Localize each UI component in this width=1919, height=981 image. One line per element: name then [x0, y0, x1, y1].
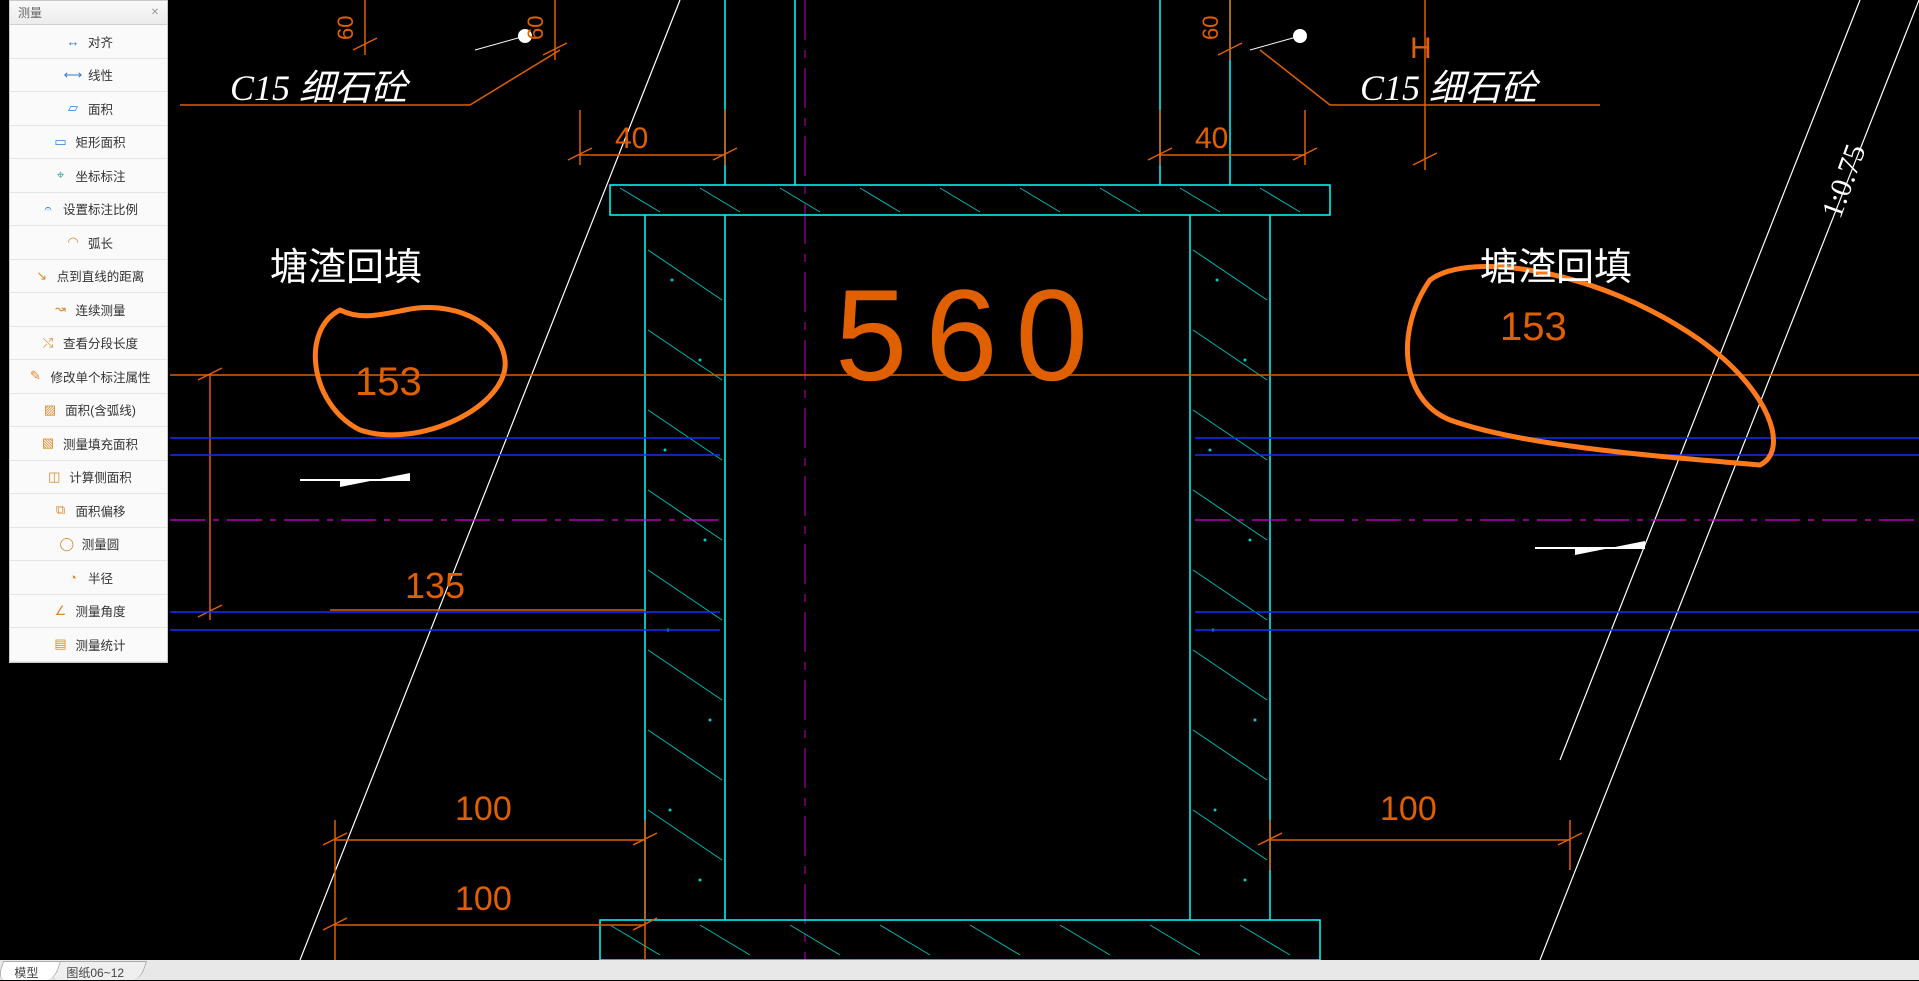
tool-fill-area[interactable]: ▧测量填充面积 — [10, 427, 167, 461]
scale-icon: 𝄐 — [39, 200, 57, 218]
circle-icon: ◯ — [58, 535, 76, 553]
area-icon: ▱ — [64, 99, 82, 117]
dim-153-right: 153 — [1500, 305, 1567, 349]
tool-coord[interactable]: ⌖坐标标注 — [10, 159, 167, 193]
label-fill-right: 塘渣回填 — [1480, 247, 1632, 289]
linear-icon: ⟷ — [64, 66, 82, 84]
tool-point-line[interactable]: ↘点到直线的距离 — [10, 260, 167, 294]
rect-icon: ▭ — [51, 133, 69, 151]
cad-canvas[interactable]: 60 60 60 40 40 153 153 135 100 100 100 5… — [0, 0, 1919, 960]
coord-icon: ⌖ — [51, 166, 69, 184]
tool-radius[interactable]: ◔半径 — [10, 561, 167, 595]
fill-icon: ▧ — [39, 434, 57, 452]
dim-153-left: 153 — [355, 360, 422, 404]
tool-offset[interactable]: ⧉面积偏移 — [10, 494, 167, 528]
arc-icon: ◠ — [64, 233, 82, 251]
stat-icon: ▤ — [51, 635, 69, 653]
label-fill-left: 塘渣回填 — [270, 247, 422, 289]
toolbox-title: 测量 — [18, 4, 42, 21]
dim-100b: 100 — [1380, 790, 1437, 828]
dim-40a: 40 — [615, 122, 648, 155]
dim-40b: 40 — [1195, 122, 1228, 155]
tool-stat[interactable]: ▤测量统计 — [10, 628, 167, 662]
tool-linear[interactable]: ⟷线性 — [10, 59, 167, 93]
toolbox-close-icon[interactable]: ✕ — [147, 5, 163, 21]
layout-tabs: 模型 图纸06~12 — [0, 960, 1919, 980]
dim-100a: 100 — [455, 790, 512, 828]
measure-toolbox: 测量 ✕ ↔对齐 ⟷线性 ▱面积 ▭矩形面积 ⌖坐标标注 𝄐设置标注比例 ◠弧长… — [9, 0, 168, 663]
tool-arc[interactable]: ◠弧长 — [10, 226, 167, 260]
tab-model[interactable]: 模型 — [0, 961, 61, 980]
dim-60c: 60 — [1198, 16, 1223, 40]
tool-rect-area[interactable]: ▭矩形面积 — [10, 126, 167, 160]
dim-560: 560 — [835, 262, 1106, 408]
side-icon: ◫ — [45, 468, 63, 486]
tool-angle[interactable]: ∠测量角度 — [10, 595, 167, 629]
label-slope: 1:0.75 — [1816, 140, 1873, 223]
tool-align[interactable]: ↔对齐 — [10, 25, 167, 59]
seg-icon: ⤭ — [39, 334, 57, 352]
cont-icon: ↝ — [51, 300, 69, 318]
areaarc-icon: ▨ — [41, 401, 59, 419]
ptline-icon: ↘ — [33, 267, 51, 285]
tool-segment[interactable]: ⤭查看分段长度 — [10, 327, 167, 361]
label-c15-right: C15 细石砼 — [1360, 68, 1541, 108]
label-c15-left: C15 细石砼 — [230, 68, 411, 108]
tool-area-arc[interactable]: ▨面积(含弧线) — [10, 394, 167, 428]
tool-circle[interactable]: ◯测量圆 — [10, 528, 167, 562]
tool-continuous[interactable]: ↝连续测量 — [10, 293, 167, 327]
toolbox-header[interactable]: 测量 ✕ — [10, 1, 167, 25]
offset-icon: ⧉ — [51, 501, 69, 519]
tool-scale[interactable]: 𝄐设置标注比例 — [10, 193, 167, 227]
dim-H: H — [1410, 32, 1432, 65]
edit-icon: ✎ — [26, 367, 44, 385]
tool-area[interactable]: ▱面积 — [10, 92, 167, 126]
tool-side-area[interactable]: ◫计算侧面积 — [10, 461, 167, 495]
tab-sheet[interactable]: 图纸06~12 — [49, 961, 147, 980]
tool-edit-dim[interactable]: ✎修改单个标注属性 — [10, 360, 167, 394]
dim-60b: 60 — [523, 16, 548, 40]
dim-100c: 100 — [455, 880, 512, 918]
align-icon: ↔ — [64, 32, 82, 50]
dim-135: 135 — [405, 565, 465, 606]
radius-icon: ◔ — [64, 568, 82, 586]
angle-icon: ∠ — [51, 602, 69, 620]
dim-60a: 60 — [333, 16, 358, 40]
